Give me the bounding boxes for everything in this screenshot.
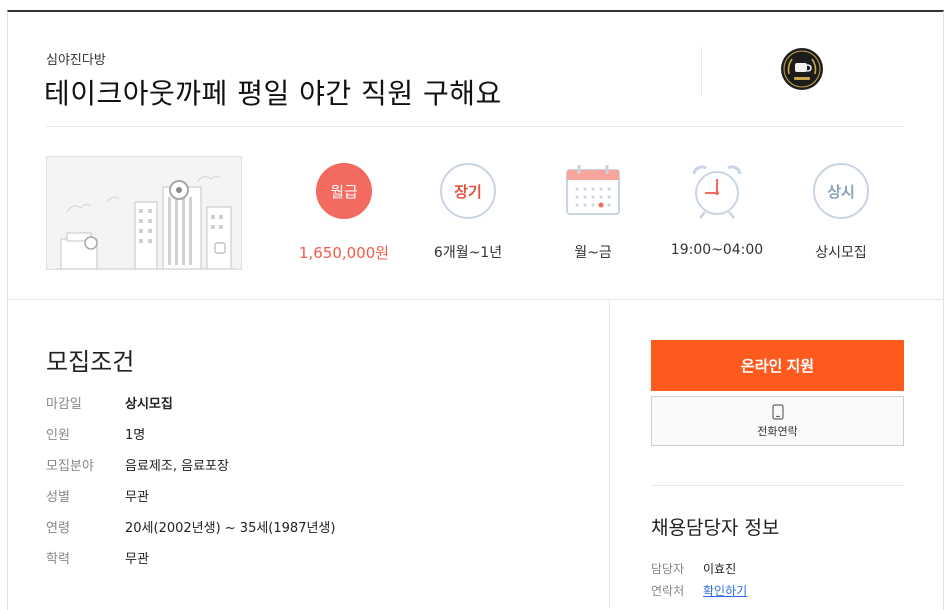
condition-days: 월~금 xyxy=(533,162,653,262)
column-divider xyxy=(609,300,610,608)
recruit-badge-label: 상시 xyxy=(827,183,855,201)
condition-recruit: 상시 상시모집 xyxy=(781,162,901,262)
hours-value: 19:00~04:00 xyxy=(670,242,764,258)
period-badge-label: 장기 xyxy=(454,183,482,201)
manager-separator xyxy=(651,485,904,486)
requirement-key: 연령 xyxy=(46,521,70,536)
coffee-logo-icon xyxy=(781,48,823,90)
days-value: 월~금 xyxy=(574,245,612,261)
online-apply-button[interactable]: 온라인 지원 xyxy=(651,340,904,391)
mobile-phone-icon xyxy=(771,403,784,420)
manager-contact-key: 연락처 xyxy=(651,584,685,598)
section-separator xyxy=(7,299,944,300)
requirement-key: 인원 xyxy=(46,428,70,443)
header-separator xyxy=(46,126,904,127)
requirement-value: 무관 xyxy=(125,490,149,505)
requirement-value: 1명 xyxy=(125,428,146,443)
requirement-value: 무관 xyxy=(125,552,149,567)
recruit-value: 상시모집 xyxy=(815,245,867,261)
manager-title: 채용담당자 정보 xyxy=(651,517,780,539)
requirements-title: 모집조건 xyxy=(46,348,135,376)
job-title: 테이크아웃까페 평일 야간 직원 구해요 xyxy=(44,77,502,110)
manager-name-key: 담당자 xyxy=(651,562,685,576)
requirement-value: 음료제조, 음료포장 xyxy=(125,459,229,474)
condition-hours: 19:00~04:00 xyxy=(657,162,777,258)
requirement-key: 학력 xyxy=(46,552,70,567)
requirement-value: 20세(2002년생) ~ 35세(1987년생) xyxy=(125,521,336,536)
workplace-illustration xyxy=(46,156,242,270)
period-value: 6개월~1년 xyxy=(433,245,503,261)
header-divider xyxy=(701,47,702,95)
view-contact-link[interactable]: 확인하기 xyxy=(703,582,747,599)
requirement-key: 모집분야 xyxy=(46,459,94,474)
condition-period: 장기 6개월~1년 xyxy=(408,162,528,262)
requirement-key: 성별 xyxy=(46,490,70,505)
condition-salary: 월급 1,650,000원 xyxy=(284,162,404,263)
company-logo[interactable] xyxy=(781,48,823,90)
company-name: 심야진다방 xyxy=(46,53,106,68)
phone-contact-label: 전화연락 xyxy=(757,424,798,438)
salary-value: 1,650,000원 xyxy=(298,244,390,262)
manager-name-value: 이효진 xyxy=(703,562,737,576)
calendar-icon xyxy=(566,165,620,215)
requirement-value: 상시모집 xyxy=(125,397,173,412)
requirement-key: 마감일 xyxy=(46,397,82,412)
alarm-clock-icon xyxy=(692,165,742,219)
phone-contact-button[interactable]: 전화연락 xyxy=(651,396,904,446)
city-buildings-icon xyxy=(47,157,241,269)
salary-badge-label: 월급 xyxy=(330,183,358,201)
